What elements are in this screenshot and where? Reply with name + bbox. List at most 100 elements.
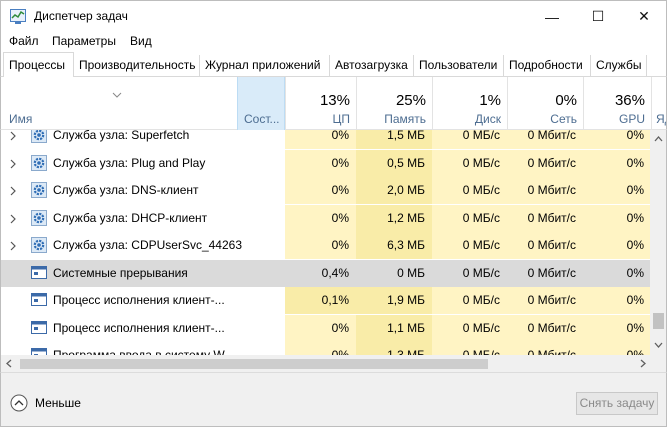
column-network[interactable]: 0% Сеть — [507, 77, 583, 130]
column-header: Имя Сост... 13% ЦП 25% Память 1% Диск 0%… — [0, 77, 667, 130]
process-name: Служба узла: DHCP-клиент — [53, 210, 208, 225]
menu-file[interactable]: Файл — [9, 34, 39, 48]
tab-details[interactable]: Подробности — [504, 55, 591, 77]
gear-icon — [31, 154, 47, 171]
network-value: 0 Мбит/с — [507, 232, 583, 259]
end-task-button[interactable]: Снять задачу — [576, 392, 658, 415]
expand-chevron-icon[interactable] — [10, 159, 16, 169]
tab-processes[interactable]: Процессы — [3, 52, 74, 78]
table-row[interactable]: Служба узла: Plug and Play 0% 0,5 МБ 0 МБ/с… — [1, 149, 650, 177]
tab-performance[interactable]: Производительность — [74, 55, 200, 77]
scroll-left-icon[interactable] — [6, 359, 12, 368]
window-title: Диспетчер задач — [34, 9, 128, 23]
scroll-down-icon[interactable] — [654, 342, 663, 348]
scroll-right-icon[interactable] — [640, 359, 646, 368]
memory-value: 0,5 МБ — [356, 149, 432, 177]
expand-chevron-icon[interactable] — [10, 214, 16, 224]
tab-bar: Процессы Производительность Журнал прило… — [0, 52, 667, 78]
gear-icon — [31, 182, 47, 198]
process-name: Процесс исполнения клиент-... — [53, 320, 225, 335]
window-icon — [31, 265, 47, 279]
vertical-scrollbar[interactable] — [650, 130, 667, 355]
column-status[interactable]: Сост... — [237, 77, 285, 130]
table-row[interactable]: Служба узла: DHCP-клиент 0% 1,2 МБ 0 МБ/с 0 … — [1, 204, 650, 232]
disk-value: 0 МБ/с — [432, 287, 507, 314]
memory-value: 1,1 МБ — [356, 314, 432, 342]
menu-options[interactable]: Параметры — [52, 34, 116, 48]
network-value: 0 Мбит/с — [507, 149, 583, 177]
process-name: Служба узла: Plug and Play — [53, 155, 206, 170]
cpu-value: 0,4% — [321, 265, 349, 280]
cpu-value: 0% — [285, 314, 356, 342]
network-value: 0 Мбит/с — [507, 204, 583, 232]
tab-startup[interactable]: Автозагрузка — [330, 55, 414, 77]
maximize-button[interactable]: ☐ — [575, 1, 621, 32]
tab-app-history[interactable]: Журнал приложений — [200, 55, 330, 77]
column-name[interactable]: Имя — [9, 112, 32, 126]
gpu-value: 0% — [583, 342, 650, 355]
table-row[interactable]: Служба узла: CDPUserSvc_44263 0% 6,3 МБ 0 М… — [1, 232, 650, 259]
close-button[interactable]: ✕ — [621, 1, 667, 32]
table-row[interactable]: Процесс исполнения клиент-... 0% 1,1 МБ 0 М… — [1, 314, 650, 342]
table-row[interactable]: Служба узла: DNS-клиент 0% 2,0 МБ 0 МБ/с 0 М… — [1, 177, 650, 204]
gpu-value: 0% — [583, 130, 650, 149]
menu-view[interactable]: Вид — [130, 34, 152, 48]
cpu-value: 0,1% — [285, 287, 356, 314]
disk-value: 0 МБ/с — [432, 232, 507, 259]
gpu-value: 0% — [583, 314, 650, 342]
disk-value: 0 МБ/с — [432, 177, 507, 204]
process-name: Служба узла: Superfetch — [53, 130, 190, 142]
column-gpu-engine[interactable]: Яд — [651, 77, 666, 130]
window-icon — [31, 293, 47, 306]
process-name: Процесс исполнения клиент-... — [53, 293, 225, 307]
expand-chevron-icon[interactable] — [10, 186, 16, 196]
column-disk[interactable]: 1% Диск — [432, 77, 507, 130]
maximize-icon: ☐ — [591, 8, 605, 24]
expand-chevron-icon[interactable] — [10, 131, 16, 141]
column-gpu[interactable]: 36% GPU — [583, 77, 651, 130]
network-value: 0 Мбит/с — [507, 177, 583, 204]
scroll-up-icon[interactable] — [654, 136, 663, 142]
tab-services[interactable]: Службы — [591, 55, 647, 77]
task-manager-icon — [10, 9, 26, 24]
disk-value: 0 МБ/с — [432, 130, 507, 149]
cpu-value: 0% — [285, 232, 356, 259]
title-bar[interactable]: Диспетчер задач — ☐ ✕ — [0, 0, 667, 31]
expand-chevron-icon[interactable] — [10, 241, 16, 251]
sort-chevron-icon[interactable] — [112, 92, 122, 98]
column-cpu[interactable]: 13% ЦП — [285, 77, 356, 130]
gear-icon — [31, 237, 47, 253]
table-row[interactable]: Программа ввода в систему W... 0% 1,3 МБ 0 … — [1, 342, 650, 355]
process-name: Служба узла: CDPUserSvc_44263 — [53, 238, 242, 252]
footer: Меньше Снять задачу — [0, 372, 667, 427]
memory-total: 25% — [395, 92, 426, 109]
network-value: 0 Мбит/с — [507, 314, 583, 342]
gpu-total: 36% — [614, 92, 645, 109]
column-memory[interactable]: 25% Память — [356, 77, 432, 130]
column-cpu-label: ЦП — [332, 112, 350, 126]
horizontal-scrollbar[interactable] — [0, 355, 667, 372]
cpu-value: 0% — [285, 130, 356, 149]
disk-value: 0 МБ/с — [432, 149, 507, 177]
cpu-value: 0% — [285, 149, 356, 177]
table-row[interactable]: Служба узла: Superfetch 0% 1,5 МБ 0 МБ/с 0 М… — [1, 130, 650, 149]
gpu-value: 0% — [583, 204, 650, 232]
disk-value: 0 МБ/с — [462, 265, 500, 280]
gear-icon — [31, 130, 47, 143]
gpu-value: 0% — [583, 232, 650, 259]
table-row[interactable]: Системные прерывания 0,4% 0 МБ 0 МБ/с 0 Мбит… — [1, 259, 650, 287]
network-value: 0 Мбит/с — [527, 265, 576, 280]
network-value: 0 Мбит/с — [507, 342, 583, 355]
network-value: 0 Мбит/с — [507, 287, 583, 314]
vertical-scroll-thumb[interactable] — [653, 313, 664, 329]
table-row[interactable]: Процесс исполнения клиент-... 0,1% 1,9 МБ 0… — [1, 287, 650, 314]
minimize-button[interactable]: — — [529, 1, 575, 32]
process-name: Программа ввода в систему W... — [53, 348, 235, 355]
tab-users[interactable]: Пользователи — [414, 55, 504, 77]
horizontal-scroll-thumb[interactable] — [20, 359, 488, 369]
chevron-up-circle-icon[interactable] — [10, 394, 28, 412]
memory-value: 1,9 МБ — [356, 287, 432, 314]
fewer-details-link[interactable]: Меньше — [35, 396, 81, 410]
column-disk-label: Диск — [474, 112, 501, 126]
process-name: Системные прерывания — [53, 265, 188, 280]
